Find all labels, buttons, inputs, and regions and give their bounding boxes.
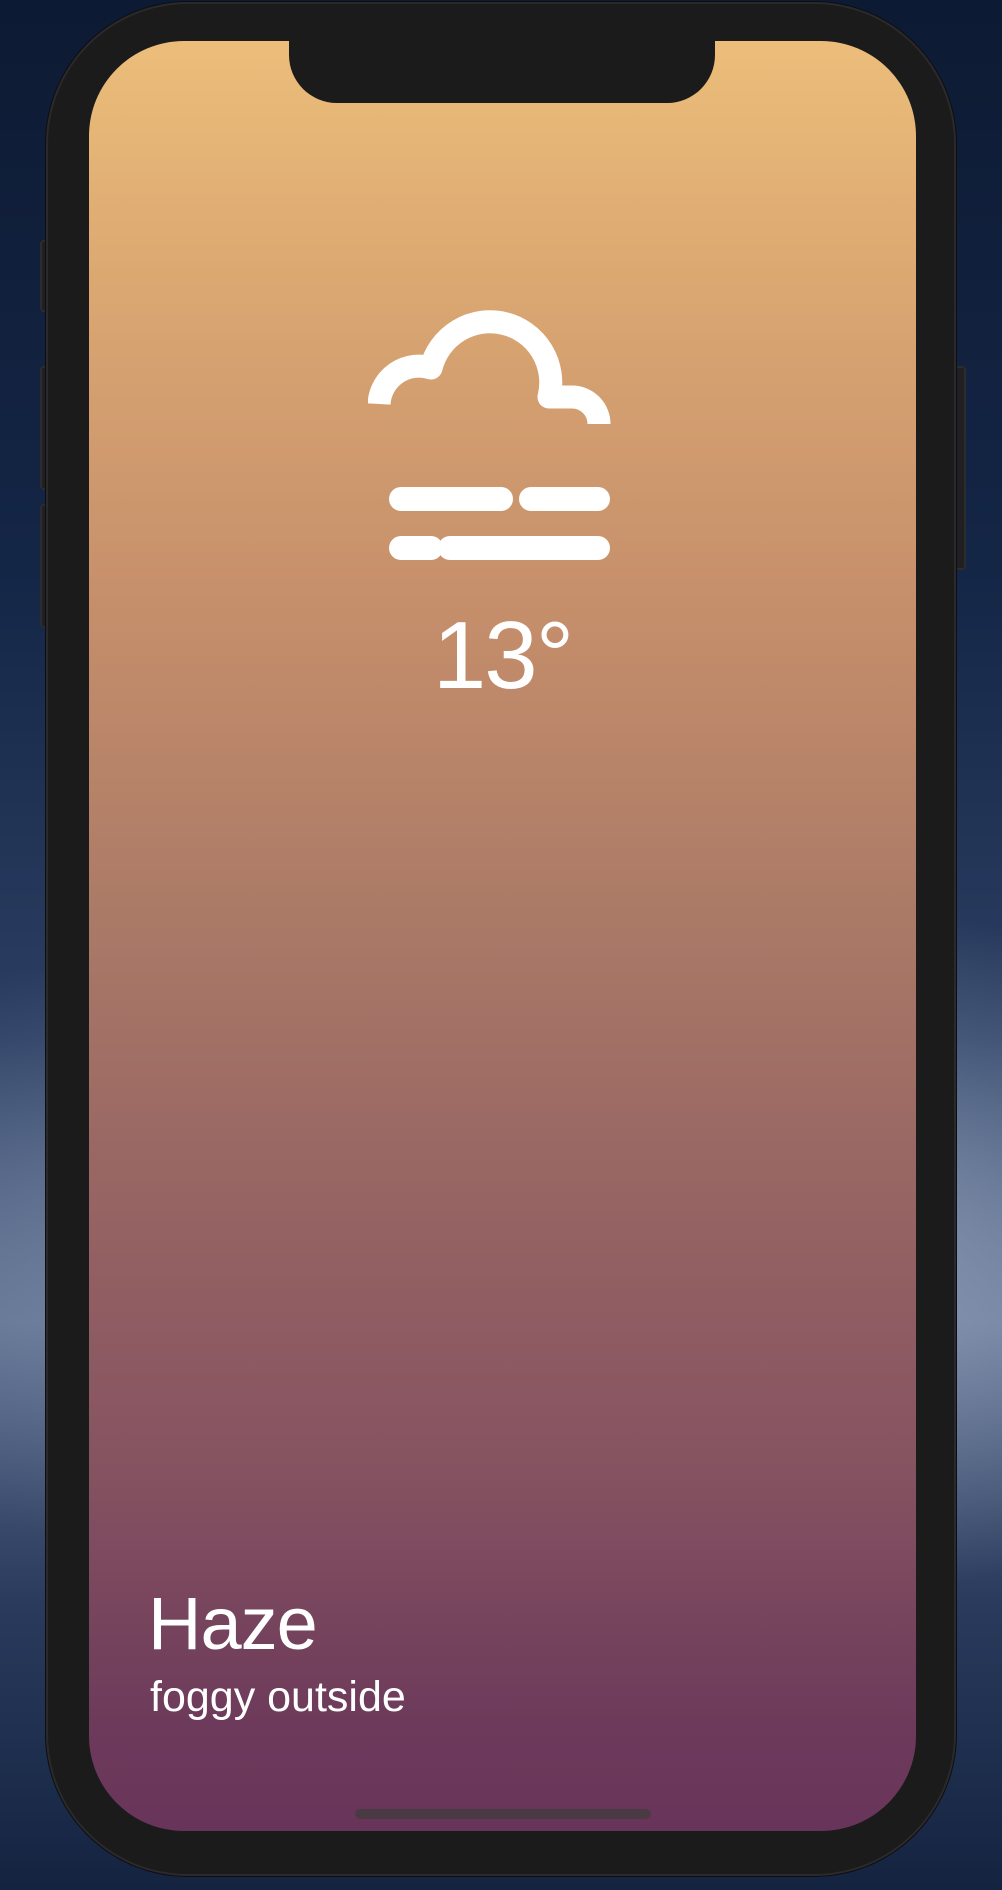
temperature-label: 13° xyxy=(432,602,574,709)
fog-icon xyxy=(368,310,611,560)
description-label: foggy outside xyxy=(150,1673,406,1721)
condition-label: Haze xyxy=(148,1582,318,1665)
weather-screen: 13° Haze foggy outside xyxy=(89,41,916,1831)
home-indicator[interactable] xyxy=(355,1809,651,1819)
power-button xyxy=(952,366,966,570)
notch xyxy=(289,41,715,103)
